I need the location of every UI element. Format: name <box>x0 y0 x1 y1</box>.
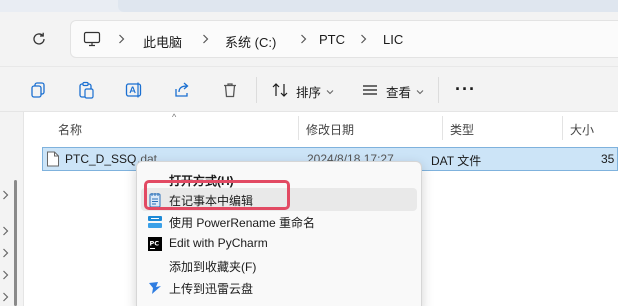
column-header-size[interactable]: 大小 <box>570 116 594 142</box>
breadcrumb-ptc[interactable]: PTC <box>319 32 345 47</box>
address-bar[interactable]: 此电脑 系统 (C:) PTC LIC <box>70 20 618 58</box>
powerrename-icon <box>147 214 163 230</box>
column-divider[interactable] <box>442 116 443 140</box>
computer-icon[interactable] <box>83 31 101 50</box>
file-type: DAT 文件 <box>431 154 482 168</box>
more-options-icon[interactable]: ··· <box>455 79 476 100</box>
chevron-right-icon[interactable] <box>199 32 211 46</box>
sort-icon[interactable] <box>270 80 290 100</box>
breadcrumb-c-drive[interactable]: 系统 (C:) <box>225 32 276 51</box>
nav-scrollbar[interactable] <box>14 180 17 306</box>
toolbar-divider <box>256 77 257 103</box>
navigation-pane <box>0 112 24 306</box>
command-bar: 排序 查看 ··· <box>0 66 618 112</box>
chevron-right-icon[interactable] <box>357 32 369 46</box>
menu-item-pycharm[interactable]: PC Edit with PyCharm <box>141 232 417 255</box>
sort-ascending-icon: ^ <box>172 112 177 122</box>
menu-item-upload-thunder[interactable]: 上传到迅雷云盘 <box>141 276 417 299</box>
chevron-right-icon[interactable] <box>2 226 10 236</box>
active-tab[interactable] <box>118 0 618 12</box>
chevron-down-icon[interactable] <box>416 84 424 98</box>
column-header-date[interactable]: 修改日期 <box>306 116 354 142</box>
menu-item-label: Edit with PyCharm <box>169 236 268 250</box>
refresh-button[interactable] <box>28 28 50 50</box>
tab-strip <box>0 0 618 12</box>
breadcrumb-lic[interactable]: LIC <box>383 32 403 47</box>
file-icon <box>46 151 60 170</box>
chevron-right-icon[interactable] <box>2 292 10 302</box>
svg-text:PC: PC <box>150 240 160 248</box>
toolbar-divider <box>438 77 439 103</box>
highlight-annotation <box>144 180 290 210</box>
menu-item-label: 添加到收藏夹(F) <box>169 260 257 274</box>
chevron-down-icon[interactable] <box>326 84 334 98</box>
sort-button[interactable]: 排序 <box>296 82 321 101</box>
share-icon[interactable] <box>172 80 192 100</box>
column-header-type[interactable]: 类型 <box>450 116 474 142</box>
chevron-right-icon[interactable] <box>297 32 309 46</box>
file-explorer-window: 此电脑 系统 (C:) PTC LIC 排序 查看 ··· ^ 名称 修改日期 … <box>0 0 618 306</box>
pycharm-icon: PC <box>147 236 163 252</box>
view-button[interactable]: 查看 <box>386 82 411 101</box>
chevron-right-icon[interactable] <box>115 32 127 46</box>
menu-item-add-favorites[interactable]: 添加到收藏夹(F) <box>141 254 417 277</box>
chevron-right-icon[interactable] <box>2 190 10 200</box>
chevron-right-icon[interactable] <box>2 270 10 280</box>
breadcrumb-this-pc[interactable]: 此电脑 <box>143 32 182 51</box>
menu-item-label: 上传到迅雷云盘 <box>169 282 254 296</box>
column-divider[interactable] <box>298 116 299 140</box>
column-header-name[interactable]: 名称 <box>58 116 82 142</box>
delete-icon[interactable] <box>220 80 240 100</box>
chevron-right-icon[interactable] <box>2 248 10 258</box>
address-row: 此电脑 系统 (C:) PTC LIC <box>0 12 618 66</box>
refresh-icon <box>33 32 45 45</box>
view-icon[interactable] <box>360 80 380 100</box>
rename-icon[interactable] <box>124 80 144 100</box>
file-size: 35 <box>601 152 615 166</box>
file-name[interactable]: PTC_D_SSQ <box>65 152 136 166</box>
column-divider[interactable] <box>562 116 563 140</box>
menu-item-label: 使用 PowerRename 重命名 <box>169 216 316 230</box>
menu-item-powerrename[interactable]: 使用 PowerRename 重命名 <box>141 210 417 233</box>
copy-icon[interactable] <box>28 80 48 100</box>
thunder-cloud-icon <box>147 280 163 296</box>
paste-icon[interactable] <box>76 80 96 100</box>
